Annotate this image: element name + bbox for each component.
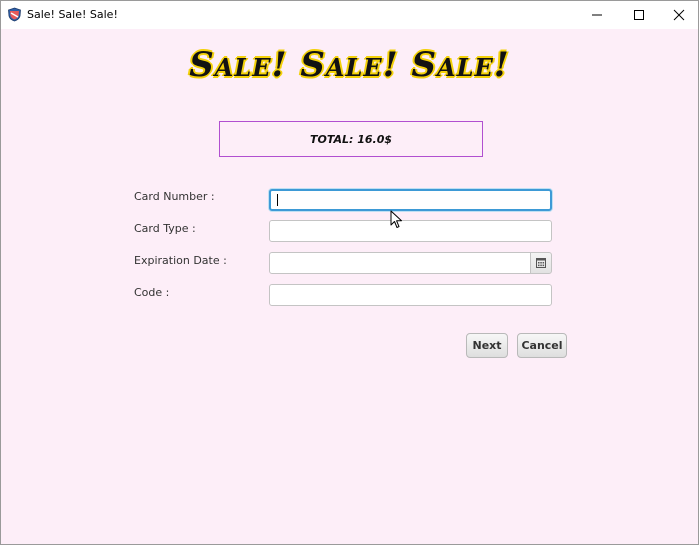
text-caret — [277, 194, 278, 206]
app-window: Sale! Sale! Sale! Sale! Sale! Sale! TOTA… — [0, 0, 699, 545]
total-text: TOTAL: 16.0$ — [309, 132, 393, 146]
expiration-date-label: Expiration Date : — [134, 254, 227, 267]
next-button[interactable]: Next — [466, 333, 508, 358]
date-picker-button[interactable] — [530, 252, 552, 274]
code-label: Code : — [134, 286, 170, 299]
minimize-button[interactable] — [575, 1, 619, 29]
app-icon — [7, 7, 22, 22]
window-title: Sale! Sale! Sale! — [27, 8, 118, 21]
code-input[interactable] — [269, 284, 552, 306]
maximize-button[interactable] — [617, 1, 661, 29]
mouse-pointer-icon — [390, 210, 402, 228]
close-icon — [673, 9, 685, 21]
expiration-date-input[interactable] — [269, 252, 531, 274]
card-number-input[interactable] — [269, 189, 552, 211]
card-type-label: Card Type : — [134, 222, 196, 235]
card-type-input[interactable] — [269, 220, 552, 242]
maximize-icon — [634, 10, 644, 20]
card-number-label: Card Number : — [134, 190, 215, 203]
cancel-button[interactable]: Cancel — [517, 333, 567, 358]
sale-heading: Sale! Sale! Sale! — [189, 45, 510, 85]
calendar-icon — [536, 258, 546, 268]
total-display: TOTAL: 16.0$ — [219, 121, 483, 157]
title-bar: Sale! Sale! Sale! — [1, 1, 698, 29]
close-button[interactable] — [657, 1, 698, 29]
minimize-icon — [592, 14, 602, 16]
